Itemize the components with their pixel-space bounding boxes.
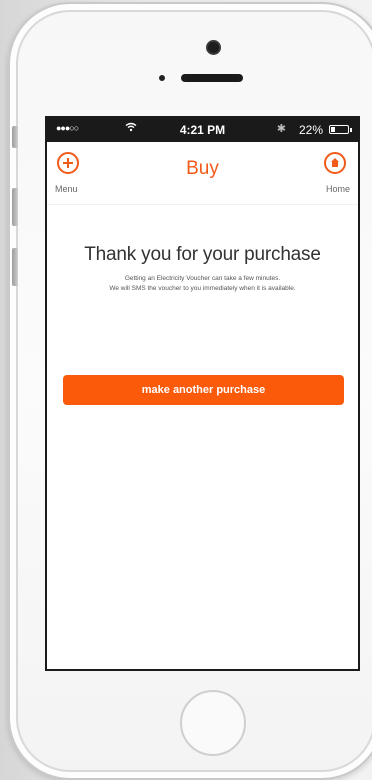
house-body — [332, 162, 338, 167]
battery-percent: 22% — [298, 123, 323, 137]
battery-icon — [329, 125, 349, 134]
menu-label[interactable]: Menu — [55, 184, 78, 194]
page-title: Buy — [186, 158, 219, 179]
earpiece-speaker — [181, 74, 243, 82]
nav-bar: Menu Buy Home — [47, 142, 358, 205]
front-camera — [208, 42, 219, 53]
status-bar: ●●●○○ 4:21 PM ✱ 22% — [47, 118, 358, 142]
mute-switch — [12, 126, 18, 148]
thank-you-heading: Thank you for your purchase — [84, 244, 321, 265]
home-icon[interactable] — [324, 152, 346, 174]
battery-fill — [331, 127, 335, 132]
proximity-sensor — [159, 75, 165, 81]
bluetooth-icon: ✱ — [276, 123, 286, 135]
volume-down-button — [12, 248, 18, 286]
mockup-background: ●●●○○ 4:21 PM ✱ 22% Menu Buy Home Thank … — [0, 0, 372, 780]
message-line-2: We will SMS the voucher to you immediate… — [109, 285, 296, 292]
make-another-purchase-button[interactable]: make another purchase — [63, 375, 344, 405]
volume-up-button — [12, 188, 18, 226]
message-line-1: Getting an Electricity Voucher can take … — [124, 275, 281, 282]
home-button[interactable] — [180, 690, 246, 756]
home-label[interactable]: Home — [326, 184, 350, 194]
battery-tip — [350, 128, 352, 132]
confirmation-message: Getting an Electricity Voucher can take … — [47, 274, 358, 294]
phone-screen: ●●●○○ 4:21 PM ✱ 22% Menu Buy Home Thank … — [45, 116, 360, 671]
